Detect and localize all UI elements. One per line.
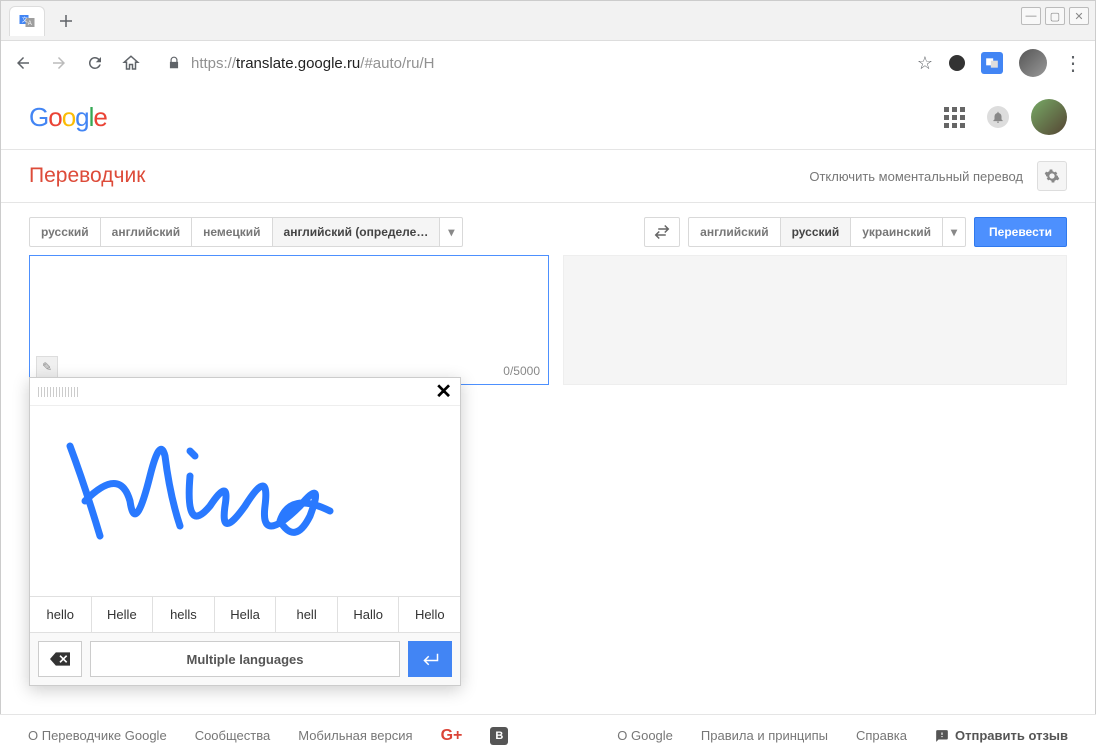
suggestion-item[interactable]: Hallo <box>338 597 400 632</box>
profile-avatar-icon[interactable] <box>1019 49 1047 77</box>
suggestion-item[interactable]: Hella <box>215 597 277 632</box>
suggestion-item[interactable]: Hello <box>399 597 460 632</box>
footer-about-google[interactable]: О Google <box>617 728 673 743</box>
main-area: русский английский немецкий английский (… <box>1 203 1095 399</box>
url-text: https://translate.google.ru/#auto/ru/H <box>191 55 435 72</box>
app-subheader: Переводчик Отключить моментальный перево… <box>1 149 1095 203</box>
google-logo[interactable]: Google <box>29 102 107 133</box>
drag-handle-icon[interactable] <box>38 387 78 397</box>
feedback-icon <box>935 729 949 743</box>
app-title: Переводчик <box>29 164 145 188</box>
gear-icon <box>1044 168 1060 184</box>
target-lang-tab-active[interactable]: русский <box>781 218 852 246</box>
suggestion-item[interactable]: hell <box>276 597 338 632</box>
language-row: русский английский немецкий английский (… <box>29 217 1067 247</box>
translate-icon: 文A <box>18 12 36 30</box>
source-lang-tab[interactable]: русский <box>30 218 101 246</box>
source-lang-tab-active[interactable]: английский (определе… <box>273 218 441 246</box>
translate-button[interactable]: Перевести <box>974 217 1067 247</box>
handwriting-panel: ✕ hello Helle hells Hella hell Hallo Hel… <box>29 377 461 686</box>
arrow-left-icon <box>14 54 32 72</box>
bookmark-star-icon[interactable]: ☆ <box>917 53 933 74</box>
target-lang-tab[interactable]: украинский <box>851 218 943 246</box>
footer-community[interactable]: Сообщества <box>195 728 271 743</box>
source-lang-dropdown[interactable]: ▾ <box>440 218 462 246</box>
browser-address-bar: https://translate.google.ru/#auto/ru/H ☆… <box>1 41 1095 85</box>
extension-dot-icon[interactable] <box>949 55 965 71</box>
suggestion-item[interactable]: Helle <box>92 597 154 632</box>
reload-button[interactable] <box>85 53 105 73</box>
browser-menu-icon[interactable]: ⋮ <box>1063 51 1083 76</box>
new-tab-button[interactable] <box>51 6 81 36</box>
source-lang-tab[interactable]: немецкий <box>192 218 272 246</box>
target-lang-dropdown[interactable]: ▾ <box>943 218 965 246</box>
suggestion-row: hello Helle hells Hella hell Hallo Hello <box>30 596 460 632</box>
suggestion-item[interactable]: hello <box>30 597 92 632</box>
url-box[interactable]: https://translate.google.ru/#auto/ru/H <box>157 47 901 79</box>
source-text-box: ✎ 0/5000 <box>29 255 549 385</box>
footer-about-translate[interactable]: О Переводчике Google <box>28 728 167 743</box>
toolbar-right: ☆ ⋮ <box>917 49 1083 77</box>
swap-languages-button[interactable] <box>644 217 680 247</box>
account-avatar[interactable] <box>1031 99 1067 135</box>
settings-button[interactable] <box>1037 161 1067 191</box>
google-plus-icon[interactable]: G+ <box>441 727 463 745</box>
language-select-button[interactable]: Multiple languages <box>90 641 400 677</box>
char-counter: 0/5000 <box>503 364 540 378</box>
close-handwriting-button[interactable]: ✕ <box>435 379 452 404</box>
close-window-button[interactable]: ✕ <box>1069 7 1089 25</box>
backspace-icon <box>50 652 70 666</box>
svg-text:A: A <box>28 21 32 27</box>
swap-icon <box>653 223 671 241</box>
enter-icon <box>421 652 439 666</box>
blogger-icon[interactable]: B <box>490 727 508 745</box>
target-language-tabs: английский русский украинский ▾ <box>688 217 966 247</box>
maximize-button[interactable]: ▢ <box>1045 7 1065 25</box>
target-text-box <box>563 255 1067 385</box>
browser-tab[interactable]: 文A <box>9 6 45 36</box>
plus-icon <box>59 14 73 28</box>
translate-extension-icon[interactable] <box>981 52 1003 74</box>
suggestion-item[interactable]: hells <box>153 597 215 632</box>
forward-button[interactable] <box>49 53 69 73</box>
apps-grid-icon[interactable] <box>944 107 965 128</box>
home-button[interactable] <box>121 53 141 73</box>
page-footer: О Переводчике Google Сообщества Мобильна… <box>0 714 1096 756</box>
handwriting-toggle[interactable]: ✎ <box>36 356 58 378</box>
handwriting-canvas[interactable] <box>30 406 460 596</box>
backspace-button[interactable] <box>38 641 82 677</box>
back-button[interactable] <box>13 53 33 73</box>
notifications-icon[interactable] <box>987 106 1009 128</box>
footer-mobile[interactable]: Мобильная версия <box>298 728 412 743</box>
reload-icon <box>86 54 104 72</box>
footer-feedback[interactable]: Отправить отзыв <box>935 728 1068 743</box>
enter-button[interactable] <box>408 641 452 677</box>
browser-tab-bar: 文A — ▢ ✕ <box>1 1 1095 41</box>
source-language-tabs: русский английский немецкий английский (… <box>29 217 463 247</box>
instant-toggle-link[interactable]: Отключить моментальный перевод <box>809 169 1023 184</box>
minimize-button[interactable]: — <box>1021 7 1041 25</box>
footer-help[interactable]: Справка <box>856 728 907 743</box>
footer-privacy[interactable]: Правила и принципы <box>701 728 828 743</box>
source-lang-tab[interactable]: английский <box>101 218 192 246</box>
home-icon <box>122 54 140 72</box>
lock-icon <box>167 56 181 70</box>
target-lang-tab[interactable]: английский <box>689 218 780 246</box>
google-header: Google <box>1 85 1095 149</box>
source-textarea[interactable] <box>38 264 540 354</box>
translate-panels: ✎ 0/5000 <box>29 255 1067 385</box>
arrow-right-icon <box>50 54 68 72</box>
window-controls: — ▢ ✕ <box>1021 7 1089 25</box>
